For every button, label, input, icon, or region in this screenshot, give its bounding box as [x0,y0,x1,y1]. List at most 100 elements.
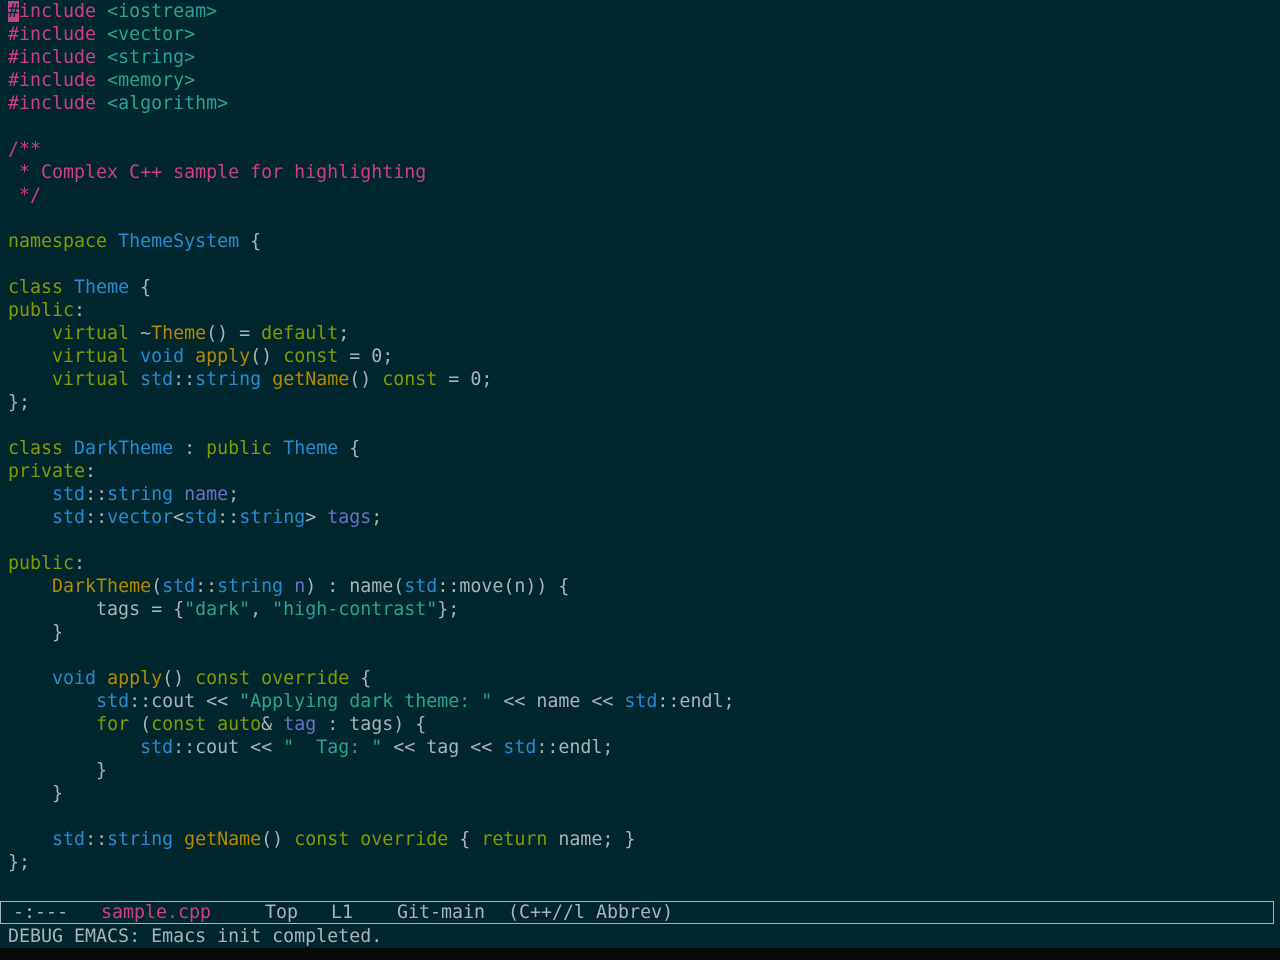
code-token: apply [107,668,163,689]
code-token: < [173,507,185,528]
code-token: const override [195,668,350,689]
code-token: public [8,300,75,321]
code-token: ::endl; [657,691,735,712]
code-token: } [8,622,64,643]
code-token: class [8,438,75,459]
code-token: DarkTheme [52,576,152,597]
code-token: #include [8,93,108,114]
modeline-position: Top [265,902,299,923]
code-token: "dark" [184,599,251,620]
code-token: const override [294,829,449,850]
code-token: () [349,369,383,390]
mode-line[interactable]: -:--- sample.cpp Top L1 Git-main (C++//l… [0,901,1274,924]
code-token: :: [173,369,196,390]
code-token: () = [206,323,262,344]
code-token: void [140,346,196,367]
code-token: std [52,484,86,505]
code-token: { [338,438,361,459]
code-line[interactable]: */ [8,184,41,207]
code-line[interactable]: }; [8,851,30,874]
code-line[interactable]: void apply() const override { [8,667,371,690]
code-line[interactable]: std::cout << "Applying dark theme: " << … [8,690,734,713]
code-line[interactable]: }; [8,391,30,414]
code-token: std [503,737,537,758]
code-token: : [74,300,86,321]
code-token: include [19,1,108,22]
code-token: } [8,783,64,804]
code-token: /** [8,139,42,160]
code-token: for [96,714,130,735]
code-token: , [250,599,273,620]
code-token: getName [272,369,350,390]
code-token: const [283,346,339,367]
code-token: () [250,346,284,367]
code-line[interactable]: } [8,621,63,644]
code-line[interactable]: } [8,782,63,805]
code-line[interactable]: DarkTheme(std::string n) : name(std::mov… [8,575,569,598]
code-token: #include [8,70,108,91]
code-token: return [481,829,548,850]
code-token: { [239,231,262,252]
code-line[interactable]: * Complex C++ sample for highlighting [8,161,426,184]
code-token: n [294,576,306,597]
modeline-buffer-name[interactable]: sample.cpp [101,902,211,923]
code-line[interactable]: std::string getName() const override { r… [8,828,635,851]
code-token: const [382,369,438,390]
code-line[interactable]: std::cout << " Tag: " << tag << std::end… [8,736,613,759]
code-token: private [8,461,86,482]
code-token: "Applying dark theme: " [239,691,493,712]
code-line[interactable]: tags = {"dark", "high-contrast"}; [8,598,459,621]
code-line[interactable]: namespace ThemeSystem { [8,230,261,253]
code-token: getName [184,829,262,850]
code-line[interactable]: std::string name; [8,483,239,506]
code-editor[interactable]: #include <iostream> #include <vector> #inc… [0,0,1280,900]
modeline-major-mode[interactable]: (C++//l Abbrev) [508,902,673,923]
code-line[interactable]: #include <iostream> [8,0,217,23]
code-token: } [8,760,108,781]
modeline-vc-branch[interactable]: Git-main [397,902,485,923]
code-token: <vector> [107,24,196,45]
code-line[interactable]: public: [8,552,85,575]
code-token: :: [85,507,108,528]
code-line[interactable]: virtual std::string getName() const = 0; [8,368,492,391]
code-token: & [261,714,284,735]
code-token: << name << [492,691,625,712]
code-line[interactable]: private: [8,460,96,483]
code-token: tags [327,507,372,528]
code-token: name; } [547,829,636,850]
code-line[interactable]: for (const auto& tag : tags) { [8,713,426,736]
code-line[interactable]: #include <string> [8,46,195,69]
code-line[interactable]: #include <algorithm> [8,92,228,115]
code-line[interactable]: #include <vector> [8,23,195,46]
code-line[interactable]: } [8,759,107,782]
code-line[interactable]: /** [8,138,41,161]
code-line[interactable]: class Theme { [8,276,151,299]
code-line[interactable]: std::vector<std::string> tags; [8,506,382,529]
code-token: #include [8,47,108,68]
code-token: ::endl; [536,737,614,758]
code-token: : tags) { [316,714,427,735]
code-token: ThemeSystem [118,231,240,252]
code-token: ~ [140,323,152,344]
code-token: tags = { [8,599,185,620]
code-token: ::cout << [173,737,284,758]
code-token: <memory> [107,70,196,91]
code-line[interactable]: class DarkTheme : public Theme { [8,437,360,460]
code-token: std [404,576,438,597]
code-line[interactable]: public: [8,299,85,322]
code-token: : [85,461,97,482]
code-token: vector [107,507,174,528]
code-line[interactable]: virtual ~Theme() = default; [8,322,349,345]
code-line[interactable]: virtual void apply() const = 0; [8,345,393,368]
code-token: }; [8,392,31,413]
code-token: */ [8,185,42,206]
code-line[interactable]: #include <memory> [8,69,195,92]
code-token: virtual [52,369,141,390]
code-token: void [52,668,108,689]
